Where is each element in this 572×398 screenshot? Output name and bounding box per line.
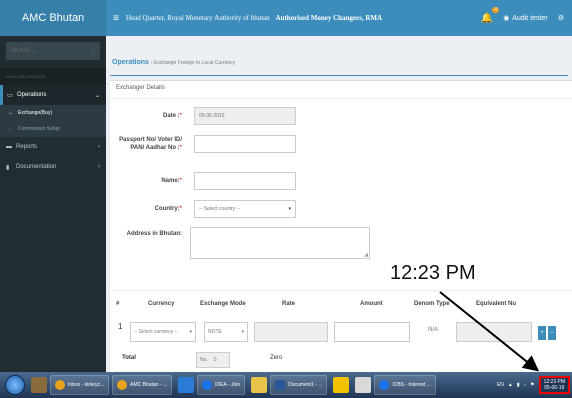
ie-icon xyxy=(202,380,213,390)
app-icon[interactable] xyxy=(31,377,47,393)
taskbar-item-inbox[interactable]: Inbox - kinleyz... xyxy=(50,375,110,395)
taskbar-item-idea[interactable]: IDEA - Join xyxy=(197,375,246,395)
taskbar-clock[interactable]: 12:23 PM 05-06-19 xyxy=(538,376,570,394)
warning-app-icon[interactable] xyxy=(333,377,350,393)
word-icon xyxy=(275,380,286,390)
flag-icon[interactable]: ⚑ xyxy=(530,382,534,388)
chrome-icon xyxy=(55,380,65,390)
start-button[interactable] xyxy=(5,375,25,395)
language-indicator[interactable]: EN xyxy=(497,382,504,388)
system-tray: EN ▲ ▮ ♪ ⚑ 12:23 PM 05-06-19 xyxy=(497,376,572,394)
folder-icon[interactable] xyxy=(251,377,268,393)
chevron-up-icon[interactable]: ▲ xyxy=(508,382,513,388)
taskbar-item-document[interactable]: Document1 - ... xyxy=(270,375,328,395)
taskbar: Inbox - kinleyz... AMC Bhutan - ... IDEA… xyxy=(0,372,572,398)
network-icon[interactable]: ▮ xyxy=(517,382,520,388)
document-app-icon[interactable] xyxy=(178,377,195,393)
volume-icon[interactable]: ♪ xyxy=(524,382,527,388)
grid-app-icon[interactable] xyxy=(355,377,372,393)
annotation-arrow-icon xyxy=(439,291,540,372)
chrome-icon xyxy=(117,380,128,390)
taskbar-item-amc[interactable]: AMC Bhutan - ... xyxy=(112,375,173,395)
taskbar-item-icbs[interactable]: ICBS - Internet ... xyxy=(374,375,436,395)
ie-icon xyxy=(379,380,390,390)
